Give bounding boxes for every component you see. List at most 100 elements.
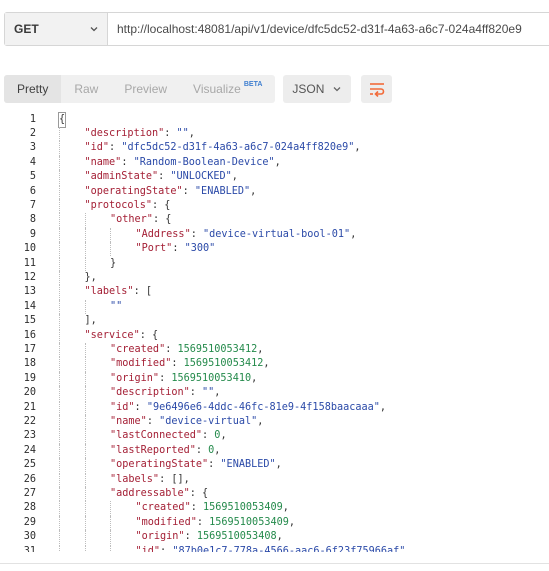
line-number: 1 [29,113,36,125]
code-text: "created": 1569510053412, [110,343,263,357]
json-punctuation: , [274,156,281,168]
json-punctuation: : [160,545,173,553]
code-line: 6 "operatingState": "ENABLED", [0,184,549,199]
tab-visualize[interactable]: Visualize BETA [180,75,275,103]
code-line: 3 "id": "dfc5dc52-d31f-4a63-a6c7-024a4ff8… [0,141,549,156]
code-text: "id": "dfc5dc52-d31f-4a63-a6c7-024a4ff82… [85,141,361,155]
indent-guide [59,386,60,401]
json-punctuation: , [257,343,264,355]
indent-guide [59,530,60,545]
indent-guide [84,486,86,502]
indent-guide [84,256,86,271]
response-toolbar: Pretty Raw Preview Visualize BETA JSON [4,75,393,103]
tab-label: Visualize [193,82,241,96]
indent-guide [59,443,60,459]
url-input[interactable]: http://localhost:48081/api/v1/device/dfc… [108,13,549,45]
code-text: "id": "87b0e1c7-778a-4566-aac6-6f23f7596… [136,545,412,553]
code-line: 14 "" [0,299,549,315]
indent-guide [110,227,111,243]
indent-guide [59,414,60,430]
indent-guide [59,285,60,300]
wrap-lines-button[interactable] [361,75,393,103]
indent-guide [59,515,60,531]
json-punctuation: : [109,142,122,154]
json-punctuation: : [208,459,221,471]
indent-guide [59,155,60,171]
json-key: "Port" [135,243,173,255]
json-key: "description" [110,387,190,399]
line-number: 15 [23,315,36,327]
code-text: "operatingState": "ENABLED", [110,458,282,472]
code-line: 21 "id": "9e6496e6-4ddc-46fc-81e9-4f158ba… [0,400,549,415]
json-punctuation: : [172,243,185,255]
json-key: "name" [110,415,147,427]
code-text: "lastReported": 0, [110,444,220,458]
line-number: 31 [23,545,36,553]
line-number: 18 [23,358,36,370]
json-key: "id" [110,401,135,413]
json-punctuation: , [251,372,258,384]
code-line: 13 "labels": [ [0,285,549,300]
code-text: "id": "9e6496e6-4ddc-46fc-81e9-4f158baac… [110,401,386,415]
line-number: 7 [29,199,36,211]
json-punctuation: , [350,228,357,240]
json-punctuation: : [ [133,286,152,298]
code-text: "" [110,300,122,314]
json-string: "device-virtual-bool-01" [202,228,351,240]
response-body[interactable]: 1{2 "description": "", 3 "id": "dfc5dc52-d3… [0,112,549,552]
code-text: "description": "", [110,386,220,400]
json-string: "300" [184,243,216,255]
indent-guide [84,342,86,358]
json-key: "origin" [110,372,160,384]
indent-guide [84,242,86,257]
indent-guide [59,126,60,142]
indent-guide [110,242,111,257]
json-punctuation: , [231,171,238,183]
code-line: 24 "lastReported": 0, [0,443,549,459]
indent-guide [59,141,60,156]
code-text: "description": "", [85,127,195,141]
json-punctuation: : { [189,487,209,499]
code-line: 8 "other": { [0,213,549,228]
line-number: 30 [23,531,36,543]
indent-guide [59,299,60,315]
code-text: "modified": 1569510053412, [110,357,270,371]
line-number: 16 [23,329,36,341]
indent-guide [59,400,60,415]
json-punctuation: : [159,372,172,384]
format-select[interactable]: JSON [283,75,352,103]
indent-guide [84,213,86,228]
json-punctuation: : [202,430,215,442]
indent-guide [59,242,60,257]
code-text: "name": "device-virtual", [110,415,263,429]
tab-preview[interactable]: Preview [111,75,180,103]
json-punctuation: , [379,401,387,413]
method-select[interactable]: GET [5,13,108,45]
code-line: 10 "Port": "300" [0,242,549,257]
line-number: 25 [23,459,36,471]
tab-pretty[interactable]: Pretty [4,75,62,103]
json-string: "" [202,387,215,399]
json-punctuation: , [405,545,412,553]
json-number: 1569510053409 [209,516,289,528]
indent-guide [110,530,111,545]
json-key: "origin" [135,531,185,543]
code-line: 16 "service": { [0,328,549,343]
code-text: { [57,112,67,128]
bottom-divider [0,563,549,564]
json-string: "UNLOCKED" [170,171,232,183]
code-text: "created": 1569510053409, [136,501,289,515]
wrap-lines-icon [369,83,385,97]
json-punctuation: , [250,185,257,197]
json-key: "created" [135,502,191,514]
json-key: "protocols" [84,199,152,211]
json-key: "modified" [110,358,172,370]
view-tabs: Pretty Raw Preview Visualize BETA [4,75,276,103]
tab-raw[interactable]: Raw [61,75,111,103]
line-number: 20 [23,387,36,399]
json-key: "service" [84,329,140,341]
line-number: 22 [23,415,36,427]
indent-guide [84,227,86,243]
json-punctuation: : [171,358,184,370]
json-punctuation: : [134,401,147,413]
